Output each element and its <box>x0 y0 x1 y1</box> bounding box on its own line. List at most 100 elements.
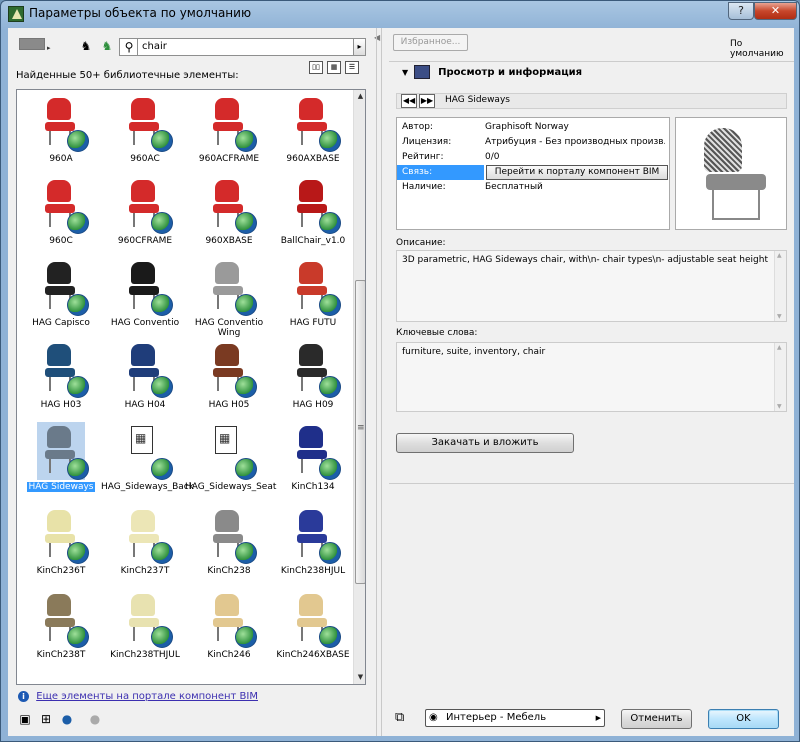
library-item[interactable]: HAG H05 <box>185 338 273 420</box>
library-item[interactable]: HAG H03 <box>17 338 105 420</box>
item-thumbnail <box>205 590 257 648</box>
library-item[interactable]: 960AXBASE <box>269 92 357 174</box>
bim-globe-icon <box>151 130 173 152</box>
previous-object-icon[interactable]: ◀◀ <box>401 94 417 108</box>
cancel-button[interactable]: Отменить <box>621 709 692 729</box>
bim-globe-icon[interactable]: ● <box>58 710 76 728</box>
library-item[interactable]: KinCh236T <box>17 504 105 586</box>
library-item-label: 960AXBASE <box>269 154 357 164</box>
pane-splitter[interactable] <box>376 28 382 736</box>
item-thumbnail <box>121 340 173 398</box>
keywords-textbox[interactable]: furniture, suite, inventory, chair <box>396 342 787 412</box>
list-view-icon[interactable]: ☰ <box>345 61 359 74</box>
grid-scrollbar[interactable]: ▲ ▼ <box>353 90 365 684</box>
library-item[interactable]: 960ACFRAME <box>185 92 273 174</box>
bim-filter-icon[interactable]: ♞ <box>99 38 115 54</box>
info-value: 0/0 <box>485 152 500 162</box>
library-item-label: KinCh238HJUL <box>269 566 357 576</box>
library-item[interactable]: KinCh238HJUL <box>269 504 357 586</box>
library-item-text: KinCh238HJUL <box>280 566 346 576</box>
folder-view-toggle[interactable] <box>19 38 45 50</box>
search-field[interactable]: ⚲ <box>119 38 366 56</box>
library-item[interactable]: KinCh134 <box>269 420 357 502</box>
library-item-text: KinCh238THJUL <box>110 650 180 660</box>
search-icon[interactable]: ⚲ <box>121 39 138 55</box>
library-item[interactable]: KinCh238THJUL <box>101 588 189 670</box>
expand-triangle-icon[interactable]: ▼ <box>402 68 408 77</box>
scroll-thumb[interactable] <box>355 280 365 584</box>
library-item[interactable]: KinCh246XBASE <box>269 588 357 670</box>
library-item-label: HAG H04 <box>101 400 189 410</box>
go-to-bim-portal-button[interactable]: Перейти к порталу компонент BIM <box>486 165 668 180</box>
item-thumbnail <box>289 258 341 316</box>
library-item[interactable]: HAG H04 <box>101 338 189 420</box>
library-item-label: HAG_Sideways_Seat <box>185 482 276 492</box>
title-bar[interactable]: Параметры объекта по умолчанию ? ✕ <box>1 1 799 27</box>
library-item[interactable]: HAG FUTU <box>269 256 357 338</box>
layer-dropdown[interactable]: ◉ Интерьер - Мебель ▶ <box>425 709 605 727</box>
help-button[interactable]: ? <box>728 2 754 20</box>
library-item[interactable]: KinCh238T <box>17 588 105 670</box>
library-item[interactable]: 960AC <box>101 92 189 174</box>
chair-back <box>215 98 239 120</box>
favorites-button[interactable]: Избранное... <box>393 34 468 51</box>
library-item-label: 960CFRAME <box>101 236 189 246</box>
library-item[interactable]: KinCh238 <box>185 504 273 586</box>
keywords-scrollbar[interactable] <box>774 343 786 411</box>
item-thumbnail <box>121 506 173 564</box>
description-scrollbar[interactable] <box>774 251 786 321</box>
library-item[interactable]: KinCh246 <box>185 588 273 670</box>
bim-portal-link[interactable]: Еще элементы на портале компонент BIM <box>36 691 258 702</box>
comment-icon[interactable]: ● <box>86 710 104 728</box>
item-thumbnail <box>37 506 89 564</box>
next-object-icon[interactable]: ▶▶ <box>419 94 435 108</box>
library-item[interactable]: HAG H09 <box>269 338 357 420</box>
preview-panel-icon <box>414 65 431 79</box>
library-item[interactable]: 960C <box>17 174 105 256</box>
object-filter-icon[interactable]: ♞ <box>78 38 94 54</box>
close-button[interactable]: ✕ <box>754 2 797 20</box>
library-item[interactable]: 960XBASE <box>185 174 273 256</box>
large-icons-view-icon[interactable]: ▯▯ <box>309 61 323 74</box>
load-library-icon[interactable]: ▣ <box>16 710 34 728</box>
document-icon <box>215 426 237 454</box>
toggle-arrow-icon[interactable]: ▸ <box>47 44 51 52</box>
library-manager-icon[interactable]: ⊞ <box>37 710 55 728</box>
info-icon: i <box>18 691 29 702</box>
info-row-author: Автор: Graphisoft Norway <box>397 120 669 135</box>
library-item[interactable]: HAG Capisco <box>17 256 105 338</box>
library-item[interactable]: BallChair_v1.0 <box>269 174 357 256</box>
preview-chair-legs <box>712 190 760 220</box>
item-thumbnail <box>289 176 341 234</box>
search-go-button[interactable]: ▸ <box>353 38 366 56</box>
scroll-down-icon[interactable]: ▼ <box>354 671 365 684</box>
item-thumbnail <box>121 590 173 648</box>
bim-globe-icon <box>319 130 341 152</box>
small-icons-view-icon[interactable]: ▦ <box>327 61 341 74</box>
library-item[interactable]: HAG Conventio Wing <box>185 256 273 338</box>
library-item[interactable]: KinCh237T <box>101 504 189 586</box>
bim-globe-icon <box>319 458 341 480</box>
chair-seat <box>45 450 75 459</box>
item-thumbnail <box>121 258 173 316</box>
library-item[interactable]: HAG_Sideways_Back <box>101 420 194 502</box>
library-item[interactable]: HAG Conventio <box>101 256 189 338</box>
library-item-text: KinCh246XBASE <box>276 650 350 660</box>
library-item[interactable]: 960CFRAME <box>101 174 189 256</box>
scroll-up-icon[interactable]: ▲ <box>354 90 365 103</box>
download-and-embed-button[interactable]: Закачать и вложить <box>396 433 574 453</box>
info-value: Атрибуция - Без производных произв... <box>485 137 665 147</box>
preview-section-header[interactable]: ▼ Просмотр и информация <box>402 65 582 79</box>
library-item[interactable]: HAG_Sideways_Seat <box>185 420 276 502</box>
bim-globe-icon <box>235 626 257 648</box>
chair-seat <box>45 368 75 377</box>
ok-button[interactable]: OK <box>708 709 779 729</box>
library-item[interactable]: 960A <box>17 92 105 174</box>
search-input[interactable] <box>142 41 342 52</box>
description-textbox[interactable]: 3D parametric, HAG Sideways chair, with\… <box>396 250 787 322</box>
library-item[interactable]: HAG Sideways <box>17 420 105 502</box>
bim-globe-icon <box>235 542 257 564</box>
chair-seat <box>45 618 75 627</box>
chair-seat <box>129 534 159 543</box>
bim-globe-icon <box>151 294 173 316</box>
